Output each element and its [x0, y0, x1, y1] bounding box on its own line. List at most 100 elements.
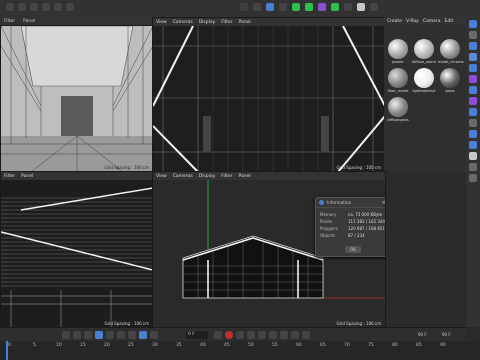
pen-icon[interactable] — [279, 3, 287, 11]
material-swatch[interactable]: diffuse_warm — [412, 39, 436, 64]
menu-panel[interactable]: Panel — [238, 20, 250, 25]
material-ball — [388, 97, 408, 117]
camera-icon[interactable] — [469, 163, 477, 171]
frame-field[interactable]: 0 F — [186, 331, 208, 339]
render-view-icon[interactable] — [253, 3, 261, 11]
menu-view[interactable]: View — [156, 20, 167, 25]
viewport-bottom-left[interactable]: Filter Panel Grid Spacing : 100 cm — [0, 171, 154, 329]
layer-icon[interactable] — [469, 174, 477, 182]
tick-label: 45 — [224, 343, 230, 348]
perspective-scene — [1, 26, 153, 172]
timeline-ruler[interactable]: 0 5 10 15 20 25 30 35 40 45 50 55 60 65 … — [0, 341, 480, 360]
deformer-icon[interactable] — [318, 3, 326, 11]
menu-view[interactable]: View — [156, 174, 167, 179]
floor-icon[interactable] — [469, 141, 477, 149]
viewport-front[interactable]: View Cameras Display Filter Panel Front … — [152, 171, 386, 329]
next-key-icon[interactable] — [117, 331, 125, 339]
effector-icon[interactable] — [469, 108, 477, 116]
array-icon[interactable] — [469, 86, 477, 94]
text-icon[interactable] — [469, 53, 477, 61]
menu-camera[interactable]: Camera — [423, 19, 441, 24]
environment-icon[interactable] — [331, 3, 339, 11]
cube-icon[interactable] — [266, 3, 274, 11]
menu-filter[interactable]: Filter — [221, 174, 232, 179]
viewport-top[interactable]: View Cameras Display Filter Panel Top Gr… — [152, 17, 386, 173]
top-view-drawing — [153, 26, 385, 172]
record-keys-icon[interactable] — [214, 331, 222, 339]
viewport-bl-menubar: Filter Panel — [1, 172, 153, 180]
prev-frame-icon[interactable] — [84, 331, 92, 339]
top-left-menubar: Filter Panel — [0, 17, 156, 25]
ok-button[interactable]: OK — [345, 246, 361, 253]
menu-cameras[interactable]: Cameras — [173, 20, 193, 25]
menu-filter[interactable]: Filter — [221, 20, 232, 25]
sky-icon[interactable] — [469, 130, 477, 138]
menu-display[interactable]: Display — [199, 174, 216, 179]
grid-spacing-label: Grid Spacing : 100 cm — [336, 321, 381, 326]
side-view-drawing — [1, 180, 153, 328]
deformer-icon[interactable] — [469, 97, 477, 105]
menu-panel[interactable]: Panel — [238, 174, 250, 179]
viewport-perspective[interactable]: Grid Spacing : 100 cm — [0, 25, 154, 173]
record-icon[interactable] — [225, 331, 233, 339]
menu-panel[interactable]: Panel — [23, 19, 35, 24]
scale-key-icon[interactable] — [302, 331, 310, 339]
right-icon-strip — [466, 17, 480, 327]
select-icon[interactable] — [66, 3, 74, 11]
spline-icon[interactable] — [469, 64, 477, 72]
tick-label: 35 — [176, 343, 182, 348]
object-icon[interactable] — [469, 20, 477, 28]
render-icon[interactable] — [240, 3, 248, 11]
position-key-icon[interactable] — [280, 331, 288, 339]
auto-key-icon[interactable] — [236, 331, 244, 339]
material-swatch[interactable]: metal_chrome — [438, 39, 464, 64]
menu-filter[interactable]: Filter — [4, 19, 15, 24]
menu-panel[interactable]: Panel — [21, 174, 33, 179]
light-icon[interactable] — [357, 3, 365, 11]
go-start-icon[interactable] — [62, 331, 70, 339]
scale-icon[interactable] — [42, 3, 50, 11]
vray-icon[interactable] — [370, 3, 378, 11]
generator-icon[interactable] — [305, 3, 313, 11]
menu-vray[interactable]: V-Ray — [406, 19, 419, 24]
next-frame-icon[interactable] — [106, 331, 114, 339]
menu-edit[interactable]: Edit — [445, 19, 454, 24]
go-end-icon[interactable] — [128, 331, 136, 339]
material-swatch[interactable]: lightmaterial — [412, 68, 436, 93]
range-icon[interactable] — [150, 331, 158, 339]
menu-display[interactable]: Display — [199, 20, 216, 25]
material-swatch[interactable]: glass — [438, 68, 462, 93]
end-frame-right: 90 F — [442, 332, 451, 337]
playhead[interactable] — [6, 341, 8, 360]
grid-spacing-label: Grid Spacing : 100 cm — [104, 165, 149, 170]
motion-clip-icon[interactable] — [269, 331, 277, 339]
material-swatch[interactable]: floor_mixed — [386, 68, 410, 93]
viewport-top-menubar: View Cameras Display Filter Panel — [153, 18, 385, 26]
prev-key-icon[interactable] — [73, 331, 81, 339]
end-frame-left: 90 F — [418, 332, 427, 337]
subdivision-icon[interactable] — [292, 3, 300, 11]
redo-icon[interactable] — [18, 3, 26, 11]
cube-icon[interactable] — [469, 42, 477, 50]
loop-icon[interactable] — [139, 331, 147, 339]
menu-filter[interactable]: Filter — [4, 174, 15, 179]
close-icon[interactable]: × — [382, 200, 385, 206]
keyframe-icon[interactable] — [247, 331, 255, 339]
transport-bar: 0 F 90 F 90 F — [0, 327, 466, 342]
material-swatch[interactable]: plastic — [386, 39, 410, 64]
move-icon[interactable] — [30, 3, 38, 11]
light-icon[interactable] — [469, 152, 477, 160]
menu-create[interactable]: Create — [387, 19, 402, 24]
rotate-icon[interactable] — [54, 3, 62, 11]
menu-cameras[interactable]: Cameras — [173, 174, 193, 179]
camera-icon[interactable] — [344, 3, 352, 11]
undo-icon[interactable] — [6, 3, 14, 11]
null-icon[interactable] — [469, 31, 477, 39]
play-icon[interactable] — [95, 331, 103, 339]
key-options-icon[interactable] — [258, 331, 266, 339]
nurbs-icon[interactable] — [469, 75, 477, 83]
material-swatch[interactable]: diffuseglass — [386, 97, 410, 122]
rotation-key-icon[interactable] — [291, 331, 299, 339]
tick-label: 0 — [8, 343, 11, 348]
tag-icon[interactable] — [469, 119, 477, 127]
